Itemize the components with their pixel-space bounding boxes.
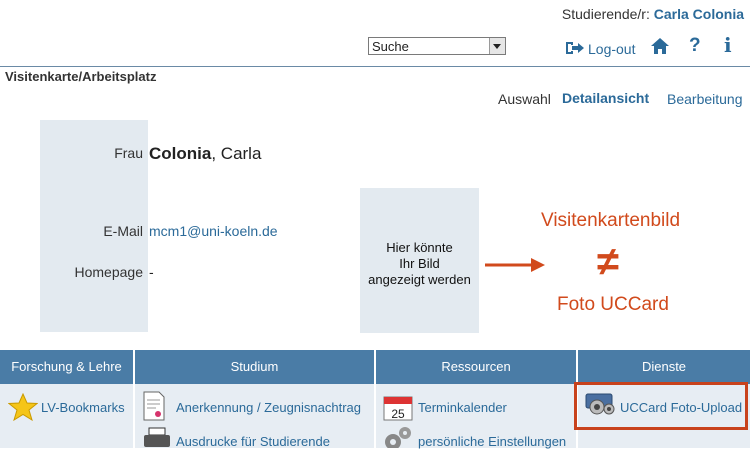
- tab-bearbeitung[interactable]: Bearbeitung: [667, 91, 743, 107]
- photo-text-line3: angezeigt werden: [368, 272, 471, 287]
- help-icon[interactable]: ?: [689, 35, 701, 57]
- photo-text-line2: Ihr Bild: [399, 256, 440, 271]
- einstellungen-link[interactable]: persönliche Einstellungen: [418, 434, 566, 449]
- calendar-icon[interactable]: 25: [383, 393, 413, 421]
- calendar-day: 25: [391, 407, 405, 421]
- tab-auswahl[interactable]: Auswahl: [498, 91, 551, 107]
- user-info: Studierende/r: Carla Colonia: [562, 6, 744, 22]
- certificate-icon[interactable]: [142, 391, 166, 421]
- page-title: Visitenkarte/Arbeitsplatz: [5, 69, 157, 84]
- photo-text-line1: Hier könnte: [386, 240, 453, 255]
- anerkennung-link[interactable]: Anerkennung / Zeugnisnachtrag: [176, 400, 361, 415]
- homepage-value: -: [149, 264, 154, 280]
- terminkalender-link[interactable]: Terminkalender: [418, 400, 507, 415]
- tab-detailansicht[interactable]: Detailansicht: [562, 90, 649, 106]
- last-name: Colonia: [149, 144, 212, 163]
- user-name: Carla Colonia: [653, 6, 744, 22]
- email-label: E-Mail: [103, 223, 143, 239]
- person-name: Colonia, Carla: [149, 144, 261, 164]
- info-icon[interactable]: i: [724, 33, 732, 57]
- homepage-label: Homepage: [74, 264, 144, 280]
- chevron-down-icon[interactable]: [489, 38, 505, 54]
- annotation-bottom: Foto UCCard: [557, 294, 669, 315]
- ausdrucke-link[interactable]: Ausdrucke für Studierende: [176, 434, 330, 449]
- search-select[interactable]: Suche: [368, 37, 506, 55]
- nav-header-forschung-lehre: Forschung & Lehre: [0, 350, 133, 384]
- salutation-label: Frau: [114, 145, 143, 161]
- lv-bookmarks-link[interactable]: LV-Bookmarks: [41, 400, 125, 415]
- logout-icon: [566, 42, 584, 54]
- not-equal-icon: ≠: [597, 240, 619, 284]
- printer-icon[interactable]: [142, 427, 172, 449]
- nav-header-ressourcen: Ressourcen: [376, 350, 576, 384]
- user-prefix: Studierende/r:: [561, 6, 650, 22]
- star-icon[interactable]: [8, 393, 38, 421]
- nav-header-dienste: Dienste: [578, 350, 750, 384]
- logout-label: Log-out: [588, 41, 636, 57]
- annotation-top: Visitenkartenbild: [541, 210, 681, 231]
- photo-placeholder: Hier könnte Ihr Bild angezeigt werden: [360, 188, 479, 333]
- home-icon[interactable]: [650, 37, 670, 55]
- email-link[interactable]: mcm1@uni-koeln.de: [149, 223, 278, 239]
- header-divider: [0, 66, 750, 67]
- highlight-frame: [574, 382, 748, 430]
- gears-icon[interactable]: [383, 426, 415, 448]
- first-name: , Carla: [211, 144, 262, 163]
- search-select-value: Suche: [372, 39, 409, 54]
- nav-header-studium: Studium: [135, 350, 374, 384]
- arrow-right-icon: [485, 258, 545, 272]
